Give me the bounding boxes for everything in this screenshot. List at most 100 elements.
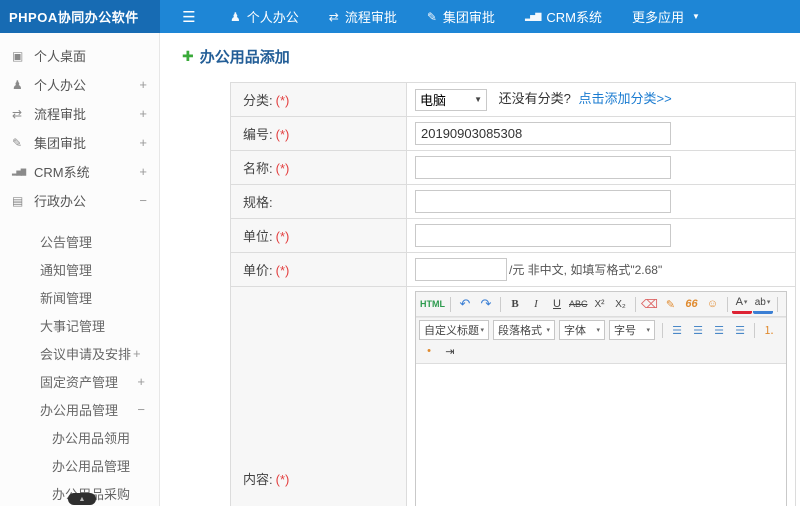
- sidebar-item-news-management[interactable]: 新闻管理: [0, 283, 159, 311]
- toolbar-separator: [634, 296, 636, 312]
- subscript-button[interactable]: X₂: [611, 294, 631, 314]
- bold-button[interactable]: B: [505, 294, 525, 314]
- spec-input[interactable]: [415, 190, 671, 213]
- expand-plus-icon[interactable]: +: [139, 77, 147, 92]
- sidebar-item-personal-office[interactable]: ♟ 个人办公 +: [0, 70, 159, 99]
- remove-format-button[interactable]: ⌫: [640, 294, 660, 314]
- sidebar-item-label: 新闻管理: [40, 290, 93, 306]
- sidebar-item-process-approval[interactable]: ⇄ 流程审批 +: [0, 99, 159, 128]
- nav-more-apps[interactable]: 更多应用 ▼: [632, 7, 700, 26]
- expand-plus-icon[interactable]: +: [139, 164, 147, 179]
- strikethrough-button[interactable]: ABC: [568, 294, 589, 314]
- ordered-list-button[interactable]: ⒈: [759, 320, 779, 340]
- form-row-price: 单价: (*) /元 非中文, 如填写格式"2.68": [230, 252, 796, 287]
- number-label: 编号: (*): [230, 116, 407, 151]
- italic-button[interactable]: I: [526, 294, 546, 314]
- sidebar-item-office-supplies-management[interactable]: 办公用品管理 −: [0, 395, 159, 423]
- redo-button[interactable]: ↷: [476, 294, 496, 314]
- topbar: PHPOA协同办公软件 ☰ ♟ 个人办公 ⇄ 流程审批 ✎ 集团审批 ▂▅▇ C…: [0, 0, 800, 33]
- category-select[interactable]: 电脑 ▼: [415, 88, 487, 111]
- editor-content-area[interactable]: [416, 364, 786, 506]
- undo-button[interactable]: ↶: [455, 294, 475, 314]
- unit-input[interactable]: [415, 224, 671, 247]
- caret-down-icon: ▾: [766, 299, 771, 306]
- name-input[interactable]: [415, 156, 671, 179]
- toolbar-separator: [500, 296, 501, 312]
- justify-button[interactable]: ☰: [730, 320, 750, 340]
- format-painter-button[interactable]: ✎: [661, 294, 681, 314]
- custom-title-select[interactable]: 自定义标题 ▾: [419, 320, 489, 340]
- collapse-minus-icon[interactable]: −: [137, 402, 145, 417]
- font-size-select[interactable]: 字号 ▾: [609, 320, 655, 340]
- desktop-icon: ▣: [12, 48, 24, 63]
- sidebar-item-announcement-management[interactable]: 公告管理: [0, 227, 159, 255]
- expand-plus-icon[interactable]: +: [139, 135, 147, 150]
- collapse-minus-icon[interactable]: −: [139, 193, 147, 208]
- bar-chart-icon: ▂▅▇: [12, 168, 26, 176]
- page-title-text: 办公用品添加: [199, 49, 290, 66]
- sidebar-item-label: 个人桌面: [34, 49, 87, 64]
- paragraph-format-select[interactable]: 段落格式 ▾: [493, 320, 555, 340]
- caret-down-icon: ▼: [474, 95, 482, 105]
- hamburger-menu-icon[interactable]: ☰: [160, 0, 218, 33]
- app-logo: PHPOA协同办公软件: [0, 0, 160, 33]
- sidebar-item-label: 大事记管理: [40, 318, 106, 334]
- superscript-button[interactable]: X²: [590, 294, 610, 314]
- caret-down-icon: ▾: [596, 327, 600, 334]
- font-family-select[interactable]: 字体 ▾: [559, 320, 605, 340]
- rich-text-editor: HTML ↶ ↷ B I U ABC X² X₂ ⌫ ✎ 66 ☺ A ▾ ab…: [415, 291, 787, 506]
- indent-button[interactable]: ⇥: [440, 341, 460, 361]
- sidebar-item-meeting-request[interactable]: 会议申请及安排 +: [0, 339, 159, 367]
- align-right-button[interactable]: ☰: [709, 320, 729, 340]
- top-navigation: ♟ 个人办公 ⇄ 流程审批 ✎ 集团审批 ▂▅▇ CRM系统 更多应用 ▼: [230, 0, 700, 33]
- nav-group-approval[interactable]: ✎ 集团审批: [427, 7, 495, 26]
- align-center-button[interactable]: ☰: [688, 320, 708, 340]
- sidebar-item-fixed-assets-management[interactable]: 固定资产管理 +: [0, 367, 159, 395]
- nav-crm-system[interactable]: ▂▅▇ CRM系统: [525, 7, 602, 26]
- blockquote-button[interactable]: 66: [682, 294, 702, 314]
- font-color-button[interactable]: A ▾: [731, 295, 752, 314]
- field-label: 单位:: [243, 229, 273, 244]
- caret-down-icon: ▾: [546, 327, 550, 334]
- caret-down-icon: ▾: [480, 327, 484, 334]
- sidebar-item-label: 行政办公: [34, 194, 87, 209]
- required-mark: (*): [275, 263, 290, 278]
- align-left-button[interactable]: ☰: [667, 320, 687, 340]
- html-source-button[interactable]: HTML: [419, 294, 446, 314]
- nav-personal-office[interactable]: ♟ 个人办公: [230, 7, 299, 26]
- main-content: ✚ 办公用品添加 分类: (*) 电脑 ▼ 还没有分类? 点击添加分类>> 编号…: [160, 33, 800, 506]
- user-icon: ♟: [12, 77, 23, 92]
- number-input[interactable]: [415, 122, 671, 145]
- highlight-label: ab: [754, 296, 766, 308]
- expand-plus-icon[interactable]: +: [137, 374, 145, 389]
- sidebar-item-office-supplies-requisition[interactable]: 办公用品领用: [0, 423, 159, 451]
- no-category-hint: 还没有分类?: [498, 91, 571, 107]
- add-category-link[interactable]: 点击添加分类>>: [578, 91, 671, 106]
- spec-label: 规格:: [230, 184, 407, 219]
- add-plus-icon: ✚: [182, 48, 194, 64]
- form-row-name: 名称: (*): [230, 150, 796, 185]
- expand-plus-icon[interactable]: +: [139, 106, 147, 121]
- underline-button[interactable]: U: [547, 294, 567, 314]
- unordered-list-button[interactable]: •: [419, 341, 439, 361]
- unit-label: 单位: (*): [230, 218, 407, 253]
- expand-plus-icon[interactable]: +: [133, 346, 141, 361]
- sidebar-item-personal-desktop[interactable]: ▣ 个人桌面: [0, 41, 159, 70]
- price-input[interactable]: [415, 258, 507, 281]
- sidebar-item-label: 通知管理: [40, 262, 93, 278]
- nav-process-approval[interactable]: ⇄ 流程审批: [329, 7, 397, 26]
- toolbar-separator: [776, 296, 778, 312]
- sidebar-item-crm-system[interactable]: ▂▅▇ CRM系统 +: [0, 157, 159, 186]
- sidebar-item-admin-office[interactable]: ▤ 行政办公 −: [0, 186, 159, 215]
- scroll-top-button[interactable]: ▲: [68, 493, 96, 505]
- content-label: 内容: (*): [230, 286, 407, 506]
- sidebar-item-office-supplies-manage[interactable]: 办公用品管理: [0, 451, 159, 479]
- sidebar-item-label: 流程审批: [34, 107, 87, 122]
- form-row-category: 分类: (*) 电脑 ▼ 还没有分类? 点击添加分类>>: [230, 82, 796, 117]
- emotion-button[interactable]: ☺: [703, 294, 723, 314]
- caret-down-icon: ▾: [646, 327, 650, 334]
- sidebar-item-group-approval[interactable]: ✎ 集团审批 +: [0, 128, 159, 157]
- sidebar-item-memorabilia-management[interactable]: 大事记管理: [0, 311, 159, 339]
- highlight-color-button[interactable]: ab ▾: [752, 295, 773, 314]
- sidebar-item-notification-management[interactable]: 通知管理: [0, 255, 159, 283]
